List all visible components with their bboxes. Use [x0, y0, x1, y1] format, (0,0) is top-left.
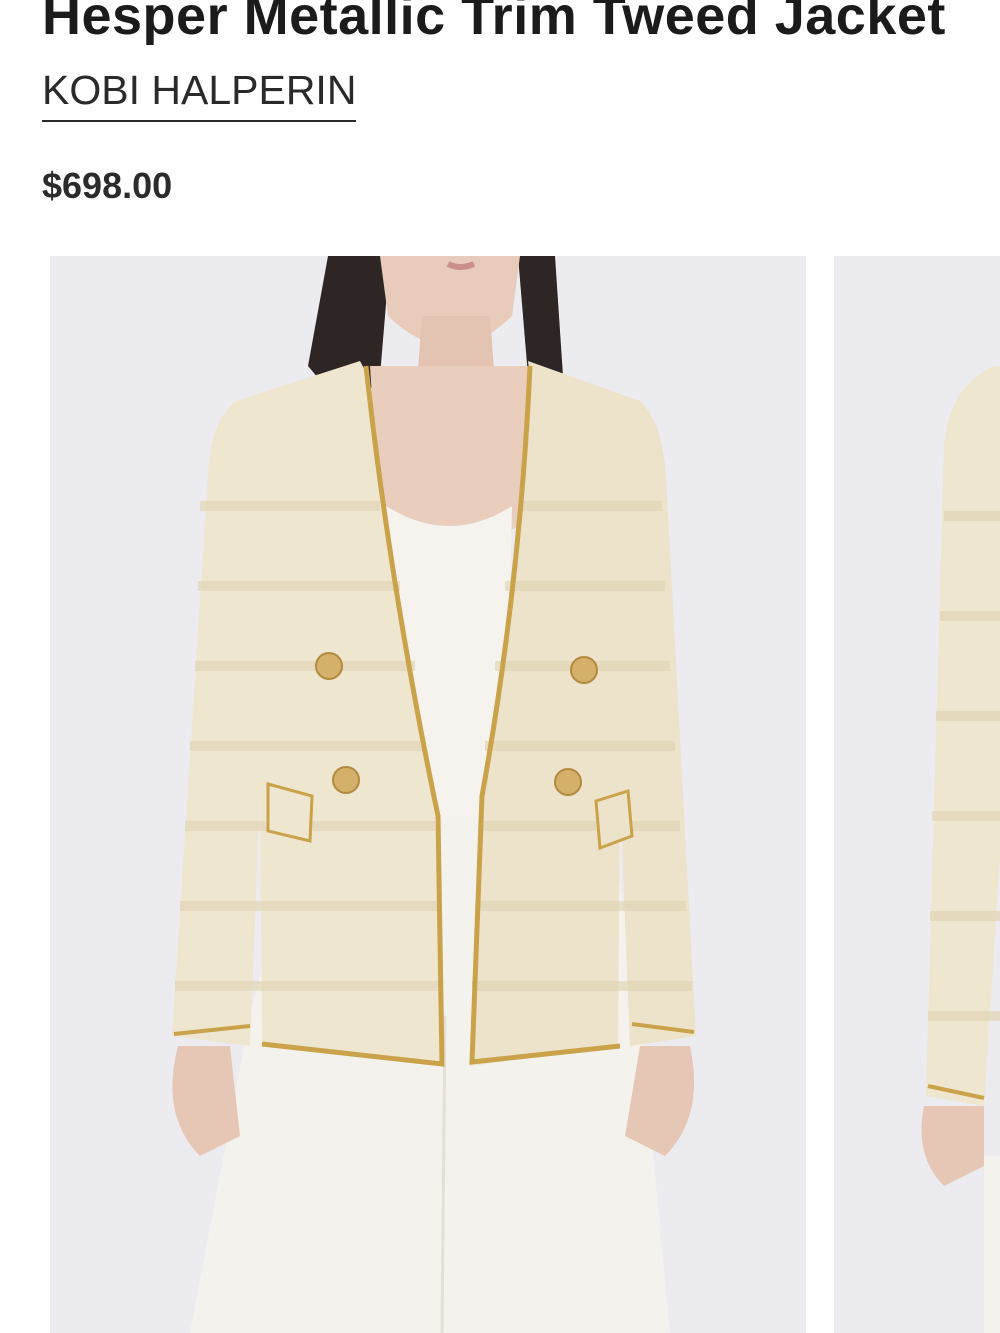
product-image-main[interactable] — [50, 256, 806, 1333]
product-photo-illustration — [50, 256, 806, 1333]
product-price: $698.00 — [42, 165, 173, 206]
brand-link[interactable]: KOBI HALPERIN — [42, 62, 357, 122]
product-photo-illustration-next — [834, 256, 1000, 1333]
product-page: Hesper Metallic Trim Tweed Jacket KOBI H… — [0, 0, 1000, 1333]
product-image-next[interactable] — [834, 256, 1000, 1333]
product-title: Hesper Metallic Trim Tweed Jacket — [42, 0, 946, 46]
image-gallery[interactable] — [0, 256, 1000, 1333]
